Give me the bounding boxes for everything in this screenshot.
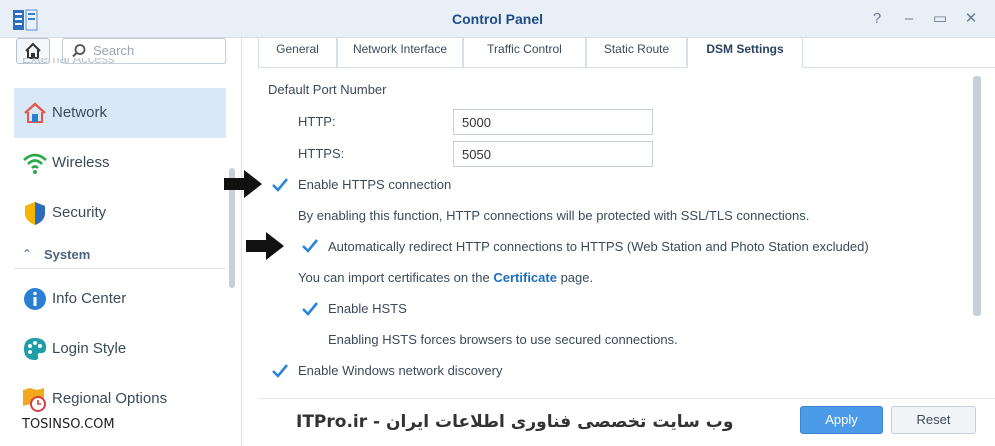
http-port-field[interactable]: 5000 bbox=[453, 109, 653, 135]
palette-icon bbox=[24, 338, 47, 360]
tab-static-route[interactable]: Static Route bbox=[586, 38, 687, 68]
http-label: HTTP: bbox=[298, 114, 336, 129]
reset-button[interactable]: Reset bbox=[891, 406, 976, 434]
sidebar-group-system[interactable]: ⌃ System bbox=[14, 243, 226, 269]
apply-button[interactable]: Apply bbox=[800, 406, 883, 434]
shield-icon bbox=[25, 202, 45, 225]
tab-dsm-settings[interactable]: DSM Settings bbox=[687, 38, 803, 68]
watermark-left: TOSINSO.COM bbox=[22, 417, 115, 432]
sidebar-item-label: Regional Options bbox=[52, 390, 168, 407]
regional-map-clock-icon bbox=[23, 388, 46, 412]
maximize-button[interactable]: ▭ bbox=[932, 10, 948, 28]
search-input[interactable]: Search bbox=[93, 43, 134, 58]
chevron-up-icon: ⌃ bbox=[22, 247, 33, 261]
https-label: HTTPS: bbox=[298, 146, 345, 161]
content-scrollbar[interactable] bbox=[973, 76, 981, 316]
help-button[interactable]: ? bbox=[869, 10, 885, 28]
enable-hsts-checkbox[interactable] bbox=[301, 300, 319, 318]
sidebar-item-external-access[interactable]: External Access bbox=[22, 58, 115, 66]
sidebar-item-label: Info Center bbox=[52, 290, 127, 307]
windows-discovery-checkbox[interactable] bbox=[271, 362, 289, 380]
https-port-field[interactable]: 5050 bbox=[453, 141, 653, 167]
tab-traffic-control[interactable]: Traffic Control bbox=[463, 38, 586, 68]
sidebar-item-wireless[interactable]: Wireless bbox=[14, 138, 226, 188]
enable-https-label: Enable HTTPS connection bbox=[298, 177, 452, 192]
windows-discovery-label: Enable Windows network discovery bbox=[298, 363, 503, 378]
close-button[interactable]: ✕ bbox=[963, 10, 979, 28]
redirect-https-checkbox[interactable] bbox=[301, 237, 319, 255]
https-description: By enabling this function, HTTP connecti… bbox=[298, 208, 810, 223]
sidebar-item-label: Login Style bbox=[52, 340, 127, 357]
sidebar-group-label: System bbox=[44, 247, 91, 262]
sidebar-item-label: Wireless bbox=[52, 154, 110, 171]
sidebar-item-security[interactable]: Security bbox=[14, 188, 226, 238]
title-bar: Control Panel ? – ▭ ✕ bbox=[0, 0, 995, 38]
window-title: Control Panel bbox=[451, 11, 543, 27]
sidebar-item-label: Network bbox=[52, 104, 108, 121]
arrow-pointer-icon bbox=[224, 170, 262, 198]
network-house-icon bbox=[24, 102, 46, 123]
certificate-note-prefix: You can import certificates on the bbox=[298, 270, 490, 285]
sidebar-item-info-center[interactable]: Info Center bbox=[14, 274, 226, 324]
sidebar-item-network[interactable]: Network bbox=[14, 88, 226, 138]
certificate-note: You can import certificates on the Certi… bbox=[298, 270, 593, 285]
hsts-description: Enabling HSTS forces browsers to use sec… bbox=[328, 332, 678, 347]
enable-hsts-label: Enable HSTS bbox=[328, 301, 407, 316]
arrow-pointer-icon bbox=[246, 232, 284, 260]
sidebar-item-label: Security bbox=[52, 204, 107, 221]
enable-https-checkbox[interactable] bbox=[271, 176, 289, 194]
watermark-right: ITPro.ir - وب سایت تخصصی فناوری اطلاعات … bbox=[296, 412, 734, 432]
info-icon bbox=[24, 288, 46, 310]
redirect-https-label: Automatically redirect HTTP connections … bbox=[328, 239, 869, 254]
tab-bar: General Network Interface Traffic Contro… bbox=[258, 38, 995, 68]
sidebar: Search External Access Network Wireless … bbox=[0, 38, 242, 446]
search-icon bbox=[72, 44, 86, 58]
sidebar-item-login-style[interactable]: Login Style bbox=[14, 324, 226, 374]
tab-network-interface[interactable]: Network Interface bbox=[337, 38, 463, 68]
section-title: Default Port Number bbox=[268, 82, 387, 97]
wifi-icon bbox=[23, 153, 47, 174]
minimize-button[interactable]: – bbox=[901, 10, 917, 28]
certificate-link[interactable]: Certificate bbox=[493, 270, 557, 285]
certificate-note-suffix: page. bbox=[560, 270, 594, 285]
tab-general[interactable]: General bbox=[258, 38, 337, 68]
